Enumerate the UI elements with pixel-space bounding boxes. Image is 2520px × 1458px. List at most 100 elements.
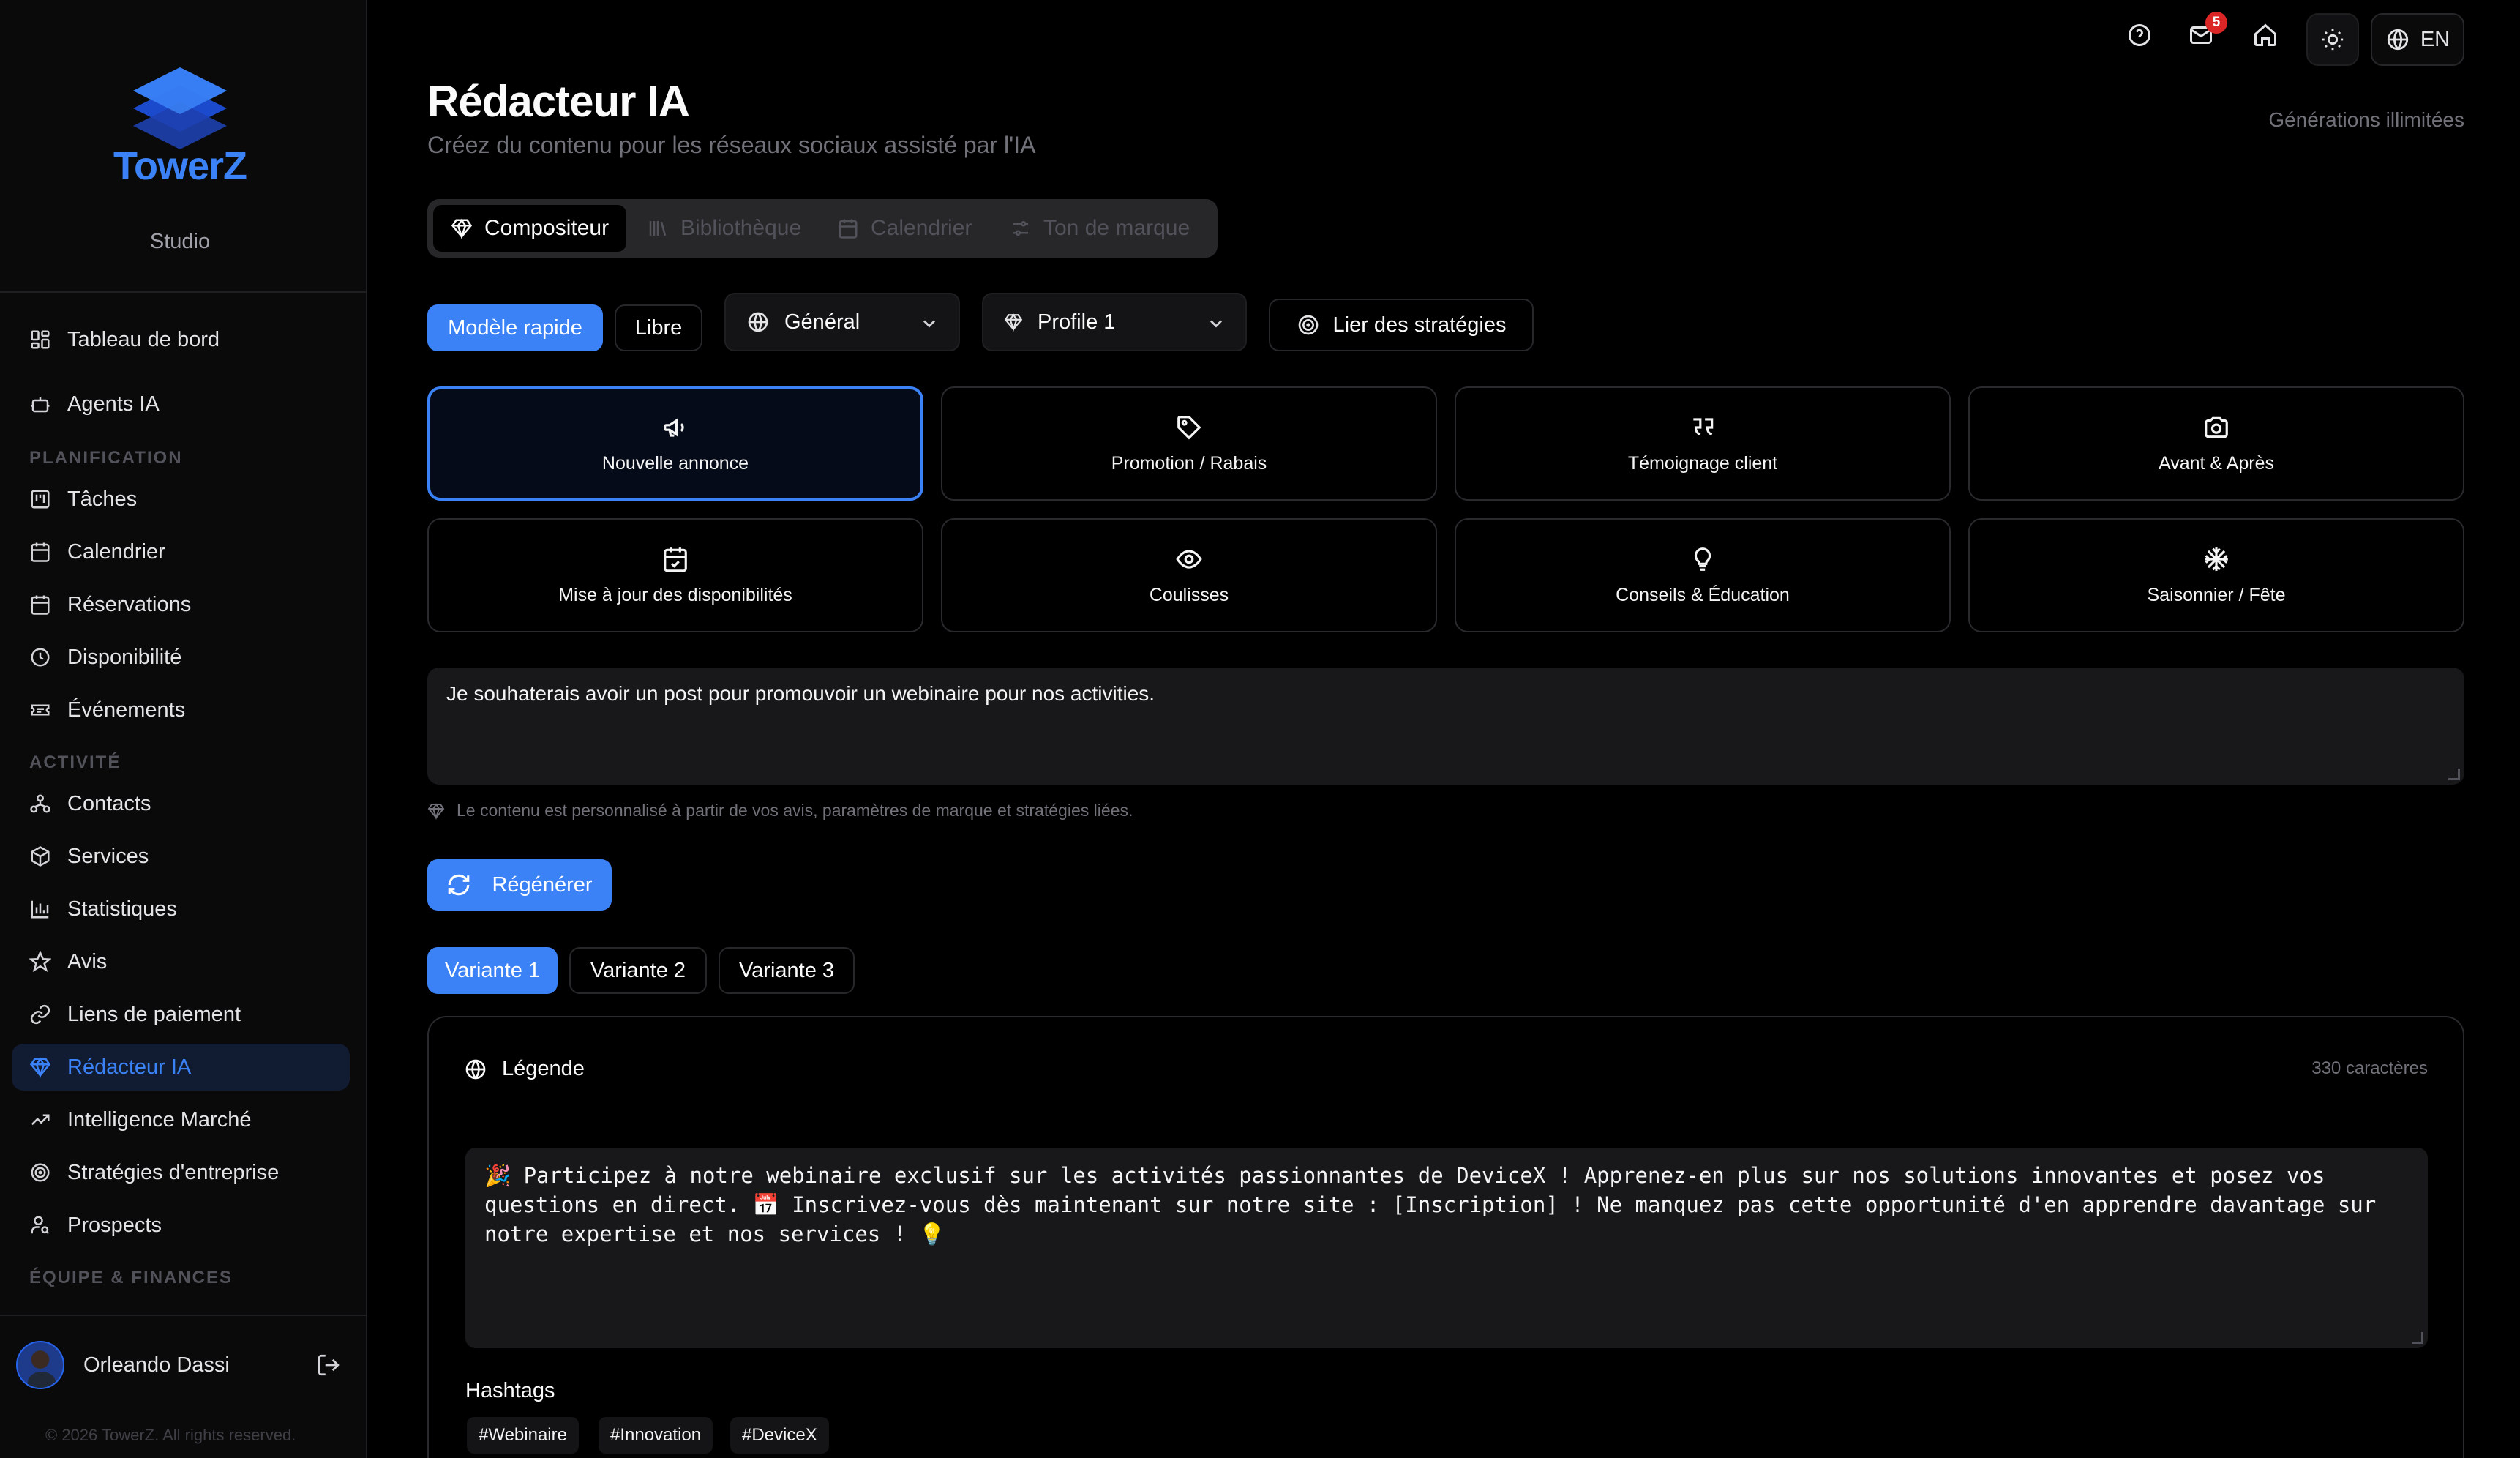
sun-icon [2322, 29, 2344, 51]
link-strategies-button[interactable]: Lier des stratégies [1269, 299, 1534, 351]
theme-toggle-button[interactable] [2306, 13, 2359, 66]
messages-button[interactable]: 5 [2188, 12, 2227, 51]
logo-subtitle: Studio [149, 230, 211, 253]
template-card-label: Témoignage client [1627, 452, 1778, 474]
sidebar-item-market-intelligence[interactable]: Intelligence Marché [12, 1096, 350, 1143]
target-icon [1298, 315, 1318, 335]
star-icon [29, 951, 51, 973]
tab-label: Calendrier [871, 216, 972, 240]
category-select[interactable]: Général [724, 293, 960, 351]
template-card-label: Nouvelle annonce [601, 452, 749, 474]
tab-label: Bibliothèque [680, 216, 802, 240]
template-card-seasonal[interactable]: Saisonnier / Fête [1968, 518, 2464, 632]
category-select-value: Général [784, 310, 860, 334]
sidebar-item-contacts[interactable]: Contacts [12, 780, 350, 827]
regenerate-button[interactable]: Régénérer [427, 859, 612, 911]
variant-tab-2[interactable]: Variante 2 [569, 947, 707, 994]
mode-quick-template-button[interactable]: Modèle rapide [427, 304, 603, 351]
template-card-availability-update[interactable]: Mise à jour des disponibilités [427, 518, 923, 632]
calendar-check-icon [664, 547, 687, 572]
sidebar-item-label: Intelligence Marché [67, 1107, 252, 1132]
gem-icon [29, 1057, 51, 1078]
tab-calendar[interactable]: Calendrier [837, 205, 972, 252]
users-icon [30, 794, 50, 813]
sidebar-item-statistics[interactable]: Statistiques [12, 886, 350, 932]
trending-icon [31, 1114, 50, 1126]
lightbulb-icon [1694, 547, 1711, 571]
sidebar-item-calendar[interactable]: Calendrier [12, 528, 350, 575]
sidebar-item-reservations[interactable]: Réservations [12, 581, 350, 628]
tab-library[interactable]: Bibliothèque [647, 205, 801, 252]
template-card-new-announcement[interactable]: Nouvelle annonce [427, 386, 923, 501]
sidebar-section-planning: PLANIFICATION [29, 448, 183, 468]
bar-chart-icon [31, 900, 49, 919]
user-profile[interactable]: Orleando Dassi [16, 1341, 353, 1389]
link-icon [30, 1004, 50, 1025]
sidebar-item-events[interactable]: Événements [12, 687, 350, 733]
resize-handle[interactable] [2448, 769, 2460, 780]
sliders-icon [1013, 221, 1028, 236]
sidebar-item-reviews[interactable]: Avis [12, 938, 350, 985]
sidebar-item-label: Réservations [67, 592, 192, 616]
profile-select[interactable]: Profile 1 [982, 293, 1247, 351]
help-button[interactable] [2126, 22, 2156, 51]
language-label: EN [2420, 27, 2450, 51]
resize-handle[interactable] [2412, 1332, 2423, 1344]
hashtags-heading: Hashtags [465, 1379, 555, 1402]
hint-text: Le contenu est personnalisé à partir de … [457, 801, 1133, 820]
template-card-label: Saisonnier / Fête [2147, 584, 2286, 605]
sidebar-item-payment-links[interactable]: Liens de paiement [12, 991, 350, 1038]
sidebar-item-label: Stratégies d'entreprise [67, 1160, 280, 1184]
result-card: Légende 330 caractères 🎉 Participez à no… [427, 1016, 2464, 1458]
template-card-before-after[interactable]: Avant & Après [1968, 386, 2464, 501]
megaphone-icon [664, 418, 684, 437]
template-card-testimonial[interactable]: Témoignage client [1455, 386, 1951, 501]
template-card-label: Conseils & Éducation [1616, 584, 1790, 605]
caption-textarea[interactable]: 🎉 Participez à notre webinaire exclusif … [465, 1148, 2428, 1348]
sidebar-item-tasks[interactable]: Tâches [12, 476, 350, 523]
gem-icon [451, 218, 473, 239]
prompt-textarea[interactable]: Je souhaterais avoir un post pour promou… [427, 668, 2464, 785]
hashtag-chip[interactable]: #DeviceX [730, 1417, 829, 1454]
quote-icon [1693, 417, 1714, 435]
calendar-icon [31, 542, 50, 562]
sidebar-item-ai-writer[interactable]: Rédacteur IA [12, 1044, 350, 1091]
avatar[interactable] [16, 1341, 64, 1389]
user-search-icon [31, 1216, 50, 1235]
logout-icon[interactable] [316, 1353, 341, 1377]
page-title: Rédacteur IA [427, 77, 690, 126]
hashtag-chip[interactable]: #Innovation [599, 1417, 713, 1454]
globe-icon [465, 1059, 486, 1079]
tab-composer[interactable]: Compositeur [433, 205, 627, 252]
sidebar-item-label: Tableau de bord [67, 327, 220, 351]
tab-brand-tone[interactable]: Ton de marque [1010, 205, 1190, 252]
caption-heading: Légende [464, 1057, 585, 1081]
calendar-icon [839, 219, 858, 239]
sidebar-item-availability[interactable]: Disponibilité [12, 634, 350, 681]
bot-icon [31, 397, 50, 413]
language-button[interactable]: EN [2371, 13, 2464, 66]
notification-badge: 5 [2205, 12, 2227, 34]
variant-tab-1[interactable]: Variante 1 [427, 947, 558, 994]
chevron-down-icon [923, 320, 935, 328]
template-card-tips-education[interactable]: Conseils & Éducation [1455, 518, 1951, 632]
sidebar-item-dashboard[interactable]: Tableau de bord [12, 316, 350, 363]
sidebar-item-label: Tâches [67, 487, 138, 511]
sidebar-item-prospects[interactable]: Prospects [12, 1202, 350, 1249]
tab-label: Ton de marque [1043, 216, 1190, 240]
template-card-behind-the-scenes[interactable]: Coulisses [941, 518, 1437, 632]
app-root: TowerZ Studio Tableau de bord Agents IA … [0, 0, 2520, 1458]
hashtag-chip[interactable]: #Webinaire [467, 1417, 579, 1454]
mode-free-button[interactable]: Libre [615, 304, 702, 351]
sidebar-item-strategies[interactable]: Stratégies d'entreprise [12, 1149, 350, 1196]
sidebar-item-label: Événements [67, 698, 186, 722]
variant-tab-3[interactable]: Variante 3 [719, 947, 855, 994]
template-card-promotion[interactable]: Promotion / Rabais [941, 386, 1437, 501]
sidebar-item-services[interactable]: Services [12, 833, 350, 880]
home-button[interactable] [2252, 22, 2281, 51]
sidebar-item-agents[interactable]: Agents IA [12, 381, 350, 427]
user-name: Orleando Dassi [83, 1353, 230, 1377]
profile-select-value: Profile 1 [1038, 310, 1116, 334]
tag-icon [1177, 415, 1201, 439]
caption-title: Légende [502, 1057, 585, 1080]
